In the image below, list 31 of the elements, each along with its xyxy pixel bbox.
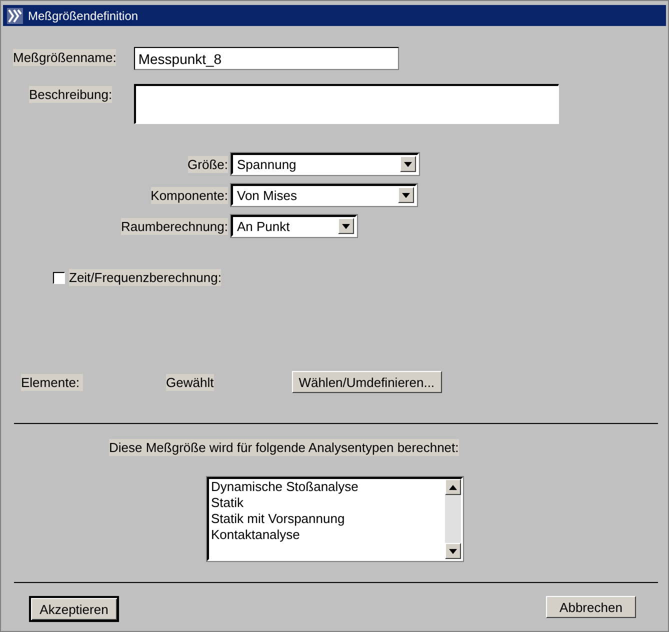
select-button[interactable]: Wählen/Umdefinieren... [292,371,442,393]
list-item[interactable]: Statik [211,495,445,511]
app-logo-icon [7,8,23,24]
dropdown[interactable]: Spannung [231,153,419,175]
list-item[interactable]: Kontaktanalyse [211,527,445,543]
window-title: Meßgrößendefinition [28,8,138,22]
section-heading: Diese Meßgröße wird für folgende Analysentypen berechnet: [109,439,459,456]
field-label: Größe: [188,156,228,172]
description-field[interactable] [134,84,560,124]
dropdown[interactable]: Von Mises [231,184,417,206]
dropdown[interactable]: An Punkt [231,215,357,237]
list-item[interactable]: Statik mit Vorspannung [211,511,445,527]
field-label: Elemente: [21,374,83,390]
scroll-up-icon [449,484,457,490]
name-field[interactable]: Messpunkt_8 [134,47,400,70]
dialog-button[interactable]: Abbrechen [546,596,636,618]
status-text: Gewählt [166,374,214,390]
dropdown-arrow-icon [342,224,350,228]
field-label: Komponente: [150,186,228,204]
dropdown-arrow-icon [404,162,412,166]
scrollbar[interactable] [445,479,461,559]
checkbox-label: Zeit/Frequenzberechnung: [69,269,222,286]
analysis-list[interactable]: Dynamische Stoßanalyse Statik Statik mit Vorspannung Kontaktanalyse [207,477,463,561]
scroll-down-icon [449,548,457,554]
list-item[interactable]: Dynamische Stoßanalyse [211,479,445,495]
field-label: Meßgrößenname: [13,49,116,66]
field-label: Beschreibung: [29,86,112,103]
dropdown-arrow-icon [402,192,410,198]
field-label: Raumberechnung: [121,218,228,234]
checkbox[interactable] [53,272,65,284]
dialog-button[interactable]: Akzeptieren [29,596,119,622]
